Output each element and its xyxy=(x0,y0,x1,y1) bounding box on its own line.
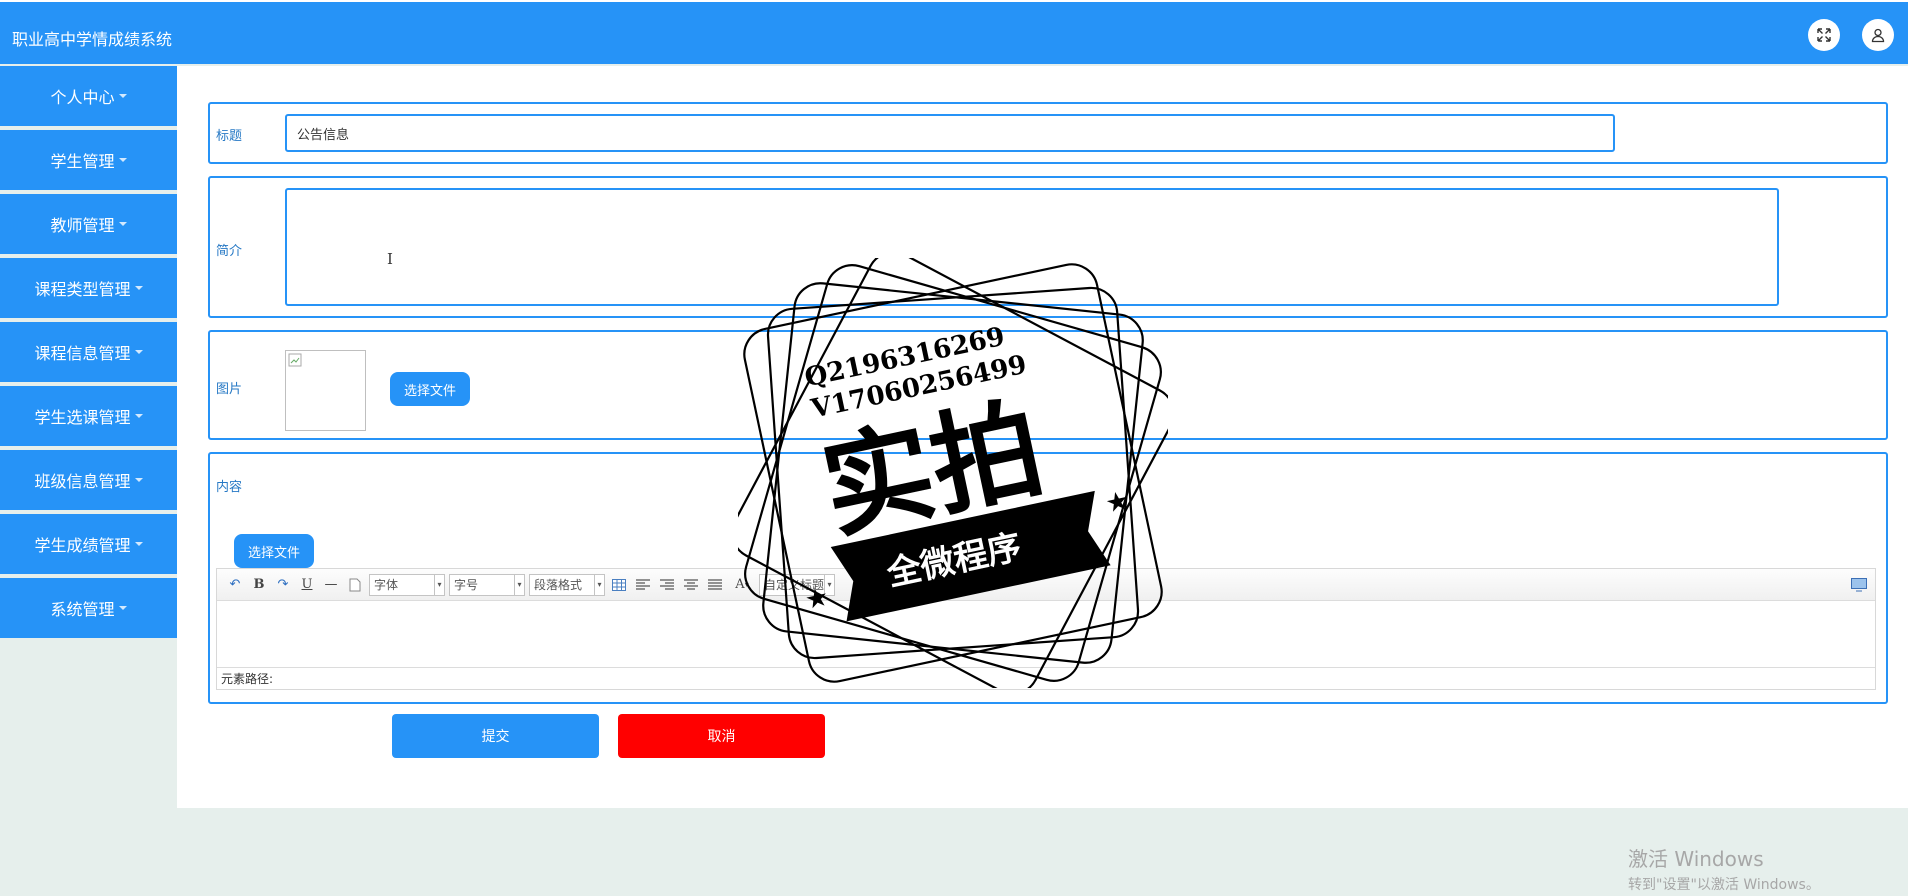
windows-activation-subtitle: 转到"设置"以激活 Windows。 xyxy=(1628,877,1820,893)
sidebar-item-course-types[interactable]: 课程类型管理 xyxy=(0,258,177,318)
sidebar-item-label: 课程信息管理 xyxy=(34,344,131,363)
table-icon[interactable] xyxy=(609,575,629,595)
bold-icon[interactable]: B xyxy=(249,575,269,595)
sidebar-item-label: 学生成绩管理 xyxy=(34,536,131,555)
new-document-icon[interactable] xyxy=(345,575,365,595)
sidebar-item-label: 班级信息管理 xyxy=(34,472,131,491)
font-size-select[interactable]: 字号 ▾ xyxy=(449,573,525,596)
sidebar-item-system[interactable]: 系统管理 xyxy=(0,578,177,638)
broken-image-icon xyxy=(288,353,302,367)
paragraph-format-select[interactable]: 段落格式 ▾ xyxy=(529,573,605,596)
sidebar-item-course-info[interactable]: 课程信息管理 xyxy=(0,322,177,382)
align-left-icon[interactable] xyxy=(633,575,653,595)
submit-button[interactable]: 提交 xyxy=(392,714,599,758)
sidebar-item-teachers[interactable]: 教师管理 xyxy=(0,194,177,254)
sidebar-item-label: 系统管理 xyxy=(50,600,115,619)
title-input-value: 公告信息 xyxy=(297,127,350,143)
align-center-icon[interactable] xyxy=(681,575,701,595)
image-label: 图片 xyxy=(216,382,243,397)
caret-down-icon xyxy=(118,94,127,98)
align-justify-icon[interactable] xyxy=(705,575,725,595)
watermark-stamp: Q2196316269 V17060256499 实拍 全微程序 ★ ★ xyxy=(738,258,1168,688)
sidebar-item-label: 个人中心 xyxy=(50,88,115,107)
submit-button-label: 提交 xyxy=(481,729,510,745)
sidebar-item-grades[interactable]: 学生成绩管理 xyxy=(0,514,177,574)
sidebar-item-label: 学生选课管理 xyxy=(34,408,131,427)
font-size-select-label: 字号 xyxy=(454,578,479,592)
user-icon xyxy=(1871,28,1885,43)
windows-activation-title: 激活 Windows xyxy=(1628,847,1764,871)
dropdown-arrow-icon: ▾ xyxy=(594,574,604,595)
font-family-select[interactable]: 字体 ▾ xyxy=(369,573,445,596)
dropdown-arrow-icon: ▾ xyxy=(514,574,524,595)
sidebar-item-students[interactable]: 学生管理 xyxy=(0,130,177,190)
paragraph-format-select-label: 段落格式 xyxy=(534,578,583,592)
sidebar-item-label: 课程类型管理 xyxy=(34,280,131,299)
undo-icon[interactable]: ↶ xyxy=(225,575,245,595)
font-family-select-label: 字体 xyxy=(374,578,399,592)
caret-down-icon xyxy=(118,222,127,226)
caret-down-icon xyxy=(134,350,143,354)
user-button[interactable] xyxy=(1862,19,1894,51)
title-label: 标题 xyxy=(216,129,243,144)
dropdown-arrow-icon: ▾ xyxy=(434,574,444,595)
caret-down-icon xyxy=(118,158,127,162)
image-choose-file-label: 选择文件 xyxy=(403,383,456,399)
text-cursor-icon: I xyxy=(387,250,393,268)
caret-down-icon xyxy=(134,414,143,418)
caret-down-icon xyxy=(134,286,143,290)
preview-icon[interactable] xyxy=(1849,575,1869,595)
caret-down-icon xyxy=(118,606,127,610)
sidebar-item-label: 学生管理 xyxy=(50,152,115,171)
image-preview xyxy=(285,350,366,431)
top-header: 职业高中学情成绩系统 xyxy=(0,0,1908,64)
fullscreen-button[interactable] xyxy=(1808,19,1840,51)
cancel-button-label: 取消 xyxy=(707,729,736,745)
sidebar-menu: 个人中心 学生管理 教师管理 课程类型管理 课程信息管理 学生选课管理 班级信息… xyxy=(0,66,177,642)
content-label: 内容 xyxy=(216,480,243,495)
star-icon: ★ xyxy=(802,582,831,616)
content-choose-file-button[interactable]: 选择文件 xyxy=(234,534,314,568)
image-choose-file-button[interactable]: 选择文件 xyxy=(390,372,470,406)
horizontal-rule-icon[interactable]: — xyxy=(321,575,341,595)
sidebar-item-course-selection[interactable]: 学生选课管理 xyxy=(0,386,177,446)
sidebar-item-label: 教师管理 xyxy=(50,216,115,235)
caret-down-icon xyxy=(134,542,143,546)
app-title: 职业高中学情成绩系统 xyxy=(12,30,173,49)
editor-status-text: 元素路径: xyxy=(221,672,274,686)
title-input[interactable]: 公告信息 xyxy=(285,114,1615,152)
cancel-button[interactable]: 取消 xyxy=(618,714,825,758)
underline-icon[interactable]: U xyxy=(297,575,317,595)
content-choose-file-label: 选择文件 xyxy=(247,545,300,561)
intro-label: 简介 xyxy=(216,244,243,259)
sidebar-item-class-info[interactable]: 班级信息管理 xyxy=(0,450,177,510)
expand-icon xyxy=(1817,28,1831,42)
sidebar-item-personal-center[interactable]: 个人中心 xyxy=(0,66,177,126)
windows-activation-notice: 激活 Windows 转到"设置"以激活 Windows。 xyxy=(1628,843,1820,894)
redo-icon[interactable]: ↷ xyxy=(273,575,293,595)
caret-down-icon xyxy=(134,478,143,482)
align-right-icon[interactable] xyxy=(657,575,677,595)
title-row: 标题 公告信息 xyxy=(208,102,1888,164)
